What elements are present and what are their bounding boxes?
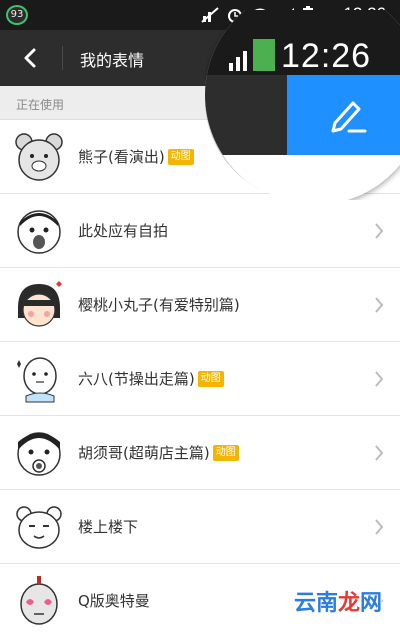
notification-badge: 93 (6, 5, 28, 25)
page-title: 我的表情 (80, 51, 145, 70)
sticker-name: Q版奥特曼 (78, 592, 150, 610)
beard-guy-avatar-icon (17, 432, 61, 476)
sticker-name: 樱桃小丸子(有爱特别篇) (78, 296, 240, 314)
sticker-name: 楼上楼下 (78, 518, 139, 536)
sticker-name: 胡须哥(超萌店主篇) 动图 (78, 442, 239, 463)
list-item[interactable]: 六八(节操出走篇) 动图 (0, 342, 400, 416)
list-item[interactable]: 楼上楼下 (0, 490, 400, 564)
list-item[interactable]: 此处应有自拍 (0, 194, 400, 268)
chevron-right-icon (375, 297, 384, 313)
magnifier-lens: 12:26 (205, 10, 400, 200)
pen-edit-icon (331, 101, 367, 133)
chevron-right-icon (375, 519, 384, 535)
bear-avatar-icon (15, 133, 63, 181)
site-watermark: 云南龙网 (293, 591, 382, 616)
liuba-avatar-icon (17, 357, 57, 403)
magnifier-callout: 12:26 (205, 10, 400, 200)
magnified-battery-icon (253, 39, 275, 71)
ultraman-avatar-icon (20, 576, 58, 625)
animated-tag: 动图 (197, 370, 224, 387)
animated-tag: 动图 (212, 444, 239, 461)
section-label: 正在使用 (16, 98, 65, 112)
sticker-name: 此处应有自拍 (78, 222, 169, 240)
chevron-right-icon (375, 445, 384, 461)
sticker-name: 六八(节操出走篇) 动图 (78, 368, 224, 389)
maruko-avatar-icon (18, 281, 62, 327)
back-arrow-icon[interactable] (16, 44, 44, 72)
panda-face-avatar-icon (16, 506, 62, 549)
title-divider (62, 46, 63, 70)
list-item[interactable]: 胡须哥(超萌店主篇) 动图 (0, 416, 400, 490)
animated-tag: 动图 (167, 148, 194, 165)
sticker-name: 熊子(看演出) 动图 (78, 146, 194, 167)
magnified-clock: 12:26 (281, 37, 372, 75)
chevron-right-icon (375, 371, 384, 387)
chevron-right-icon (375, 223, 384, 239)
selfie-face-avatar-icon (17, 210, 61, 254)
magnified-title-bar (205, 75, 287, 155)
magnified-signal-icon (229, 51, 247, 71)
list-item[interactable]: 樱桃小丸子(有爱特别篇) (0, 268, 400, 342)
